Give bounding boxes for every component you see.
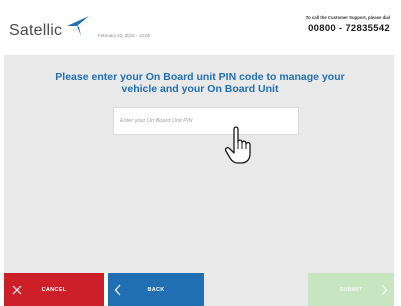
pin-entry-screen: Satellic February 23, 2016 - 13:06 To ca… [0,0,401,306]
cancel-button[interactable]: CANCEL [4,273,104,306]
support-label: To call the Customer Support, please dia… [305,15,390,20]
satellic-logo: Satellic [9,16,93,44]
logo-text: Satellic [9,22,63,39]
footer-spacer [204,273,308,306]
back-label: BACK [147,286,165,293]
hand-pointer-icon [224,126,251,164]
back-button[interactable]: BACK [108,273,204,306]
header: Satellic February 23, 2016 - 13:06 To ca… [0,0,401,54]
right-frame [393,55,401,306]
pin-input[interactable] [113,107,299,135]
datetime-text: February 23, 2016 - 13:06 [98,33,151,38]
main-panel: Please enter your On Board unit PIN code… [4,55,394,273]
submit-button[interactable]: SUBMIT [308,273,394,306]
support-phone: 00800 - 72835542 [308,23,390,34]
chevron-right-icon [380,284,388,296]
cancel-label: CANCEL [41,286,67,293]
pin-instructions: Please enter your On Board unit PIN code… [55,71,345,95]
logo-mark-icon [67,16,90,36]
customer-support: To call the Customer Support, please dia… [250,15,390,34]
